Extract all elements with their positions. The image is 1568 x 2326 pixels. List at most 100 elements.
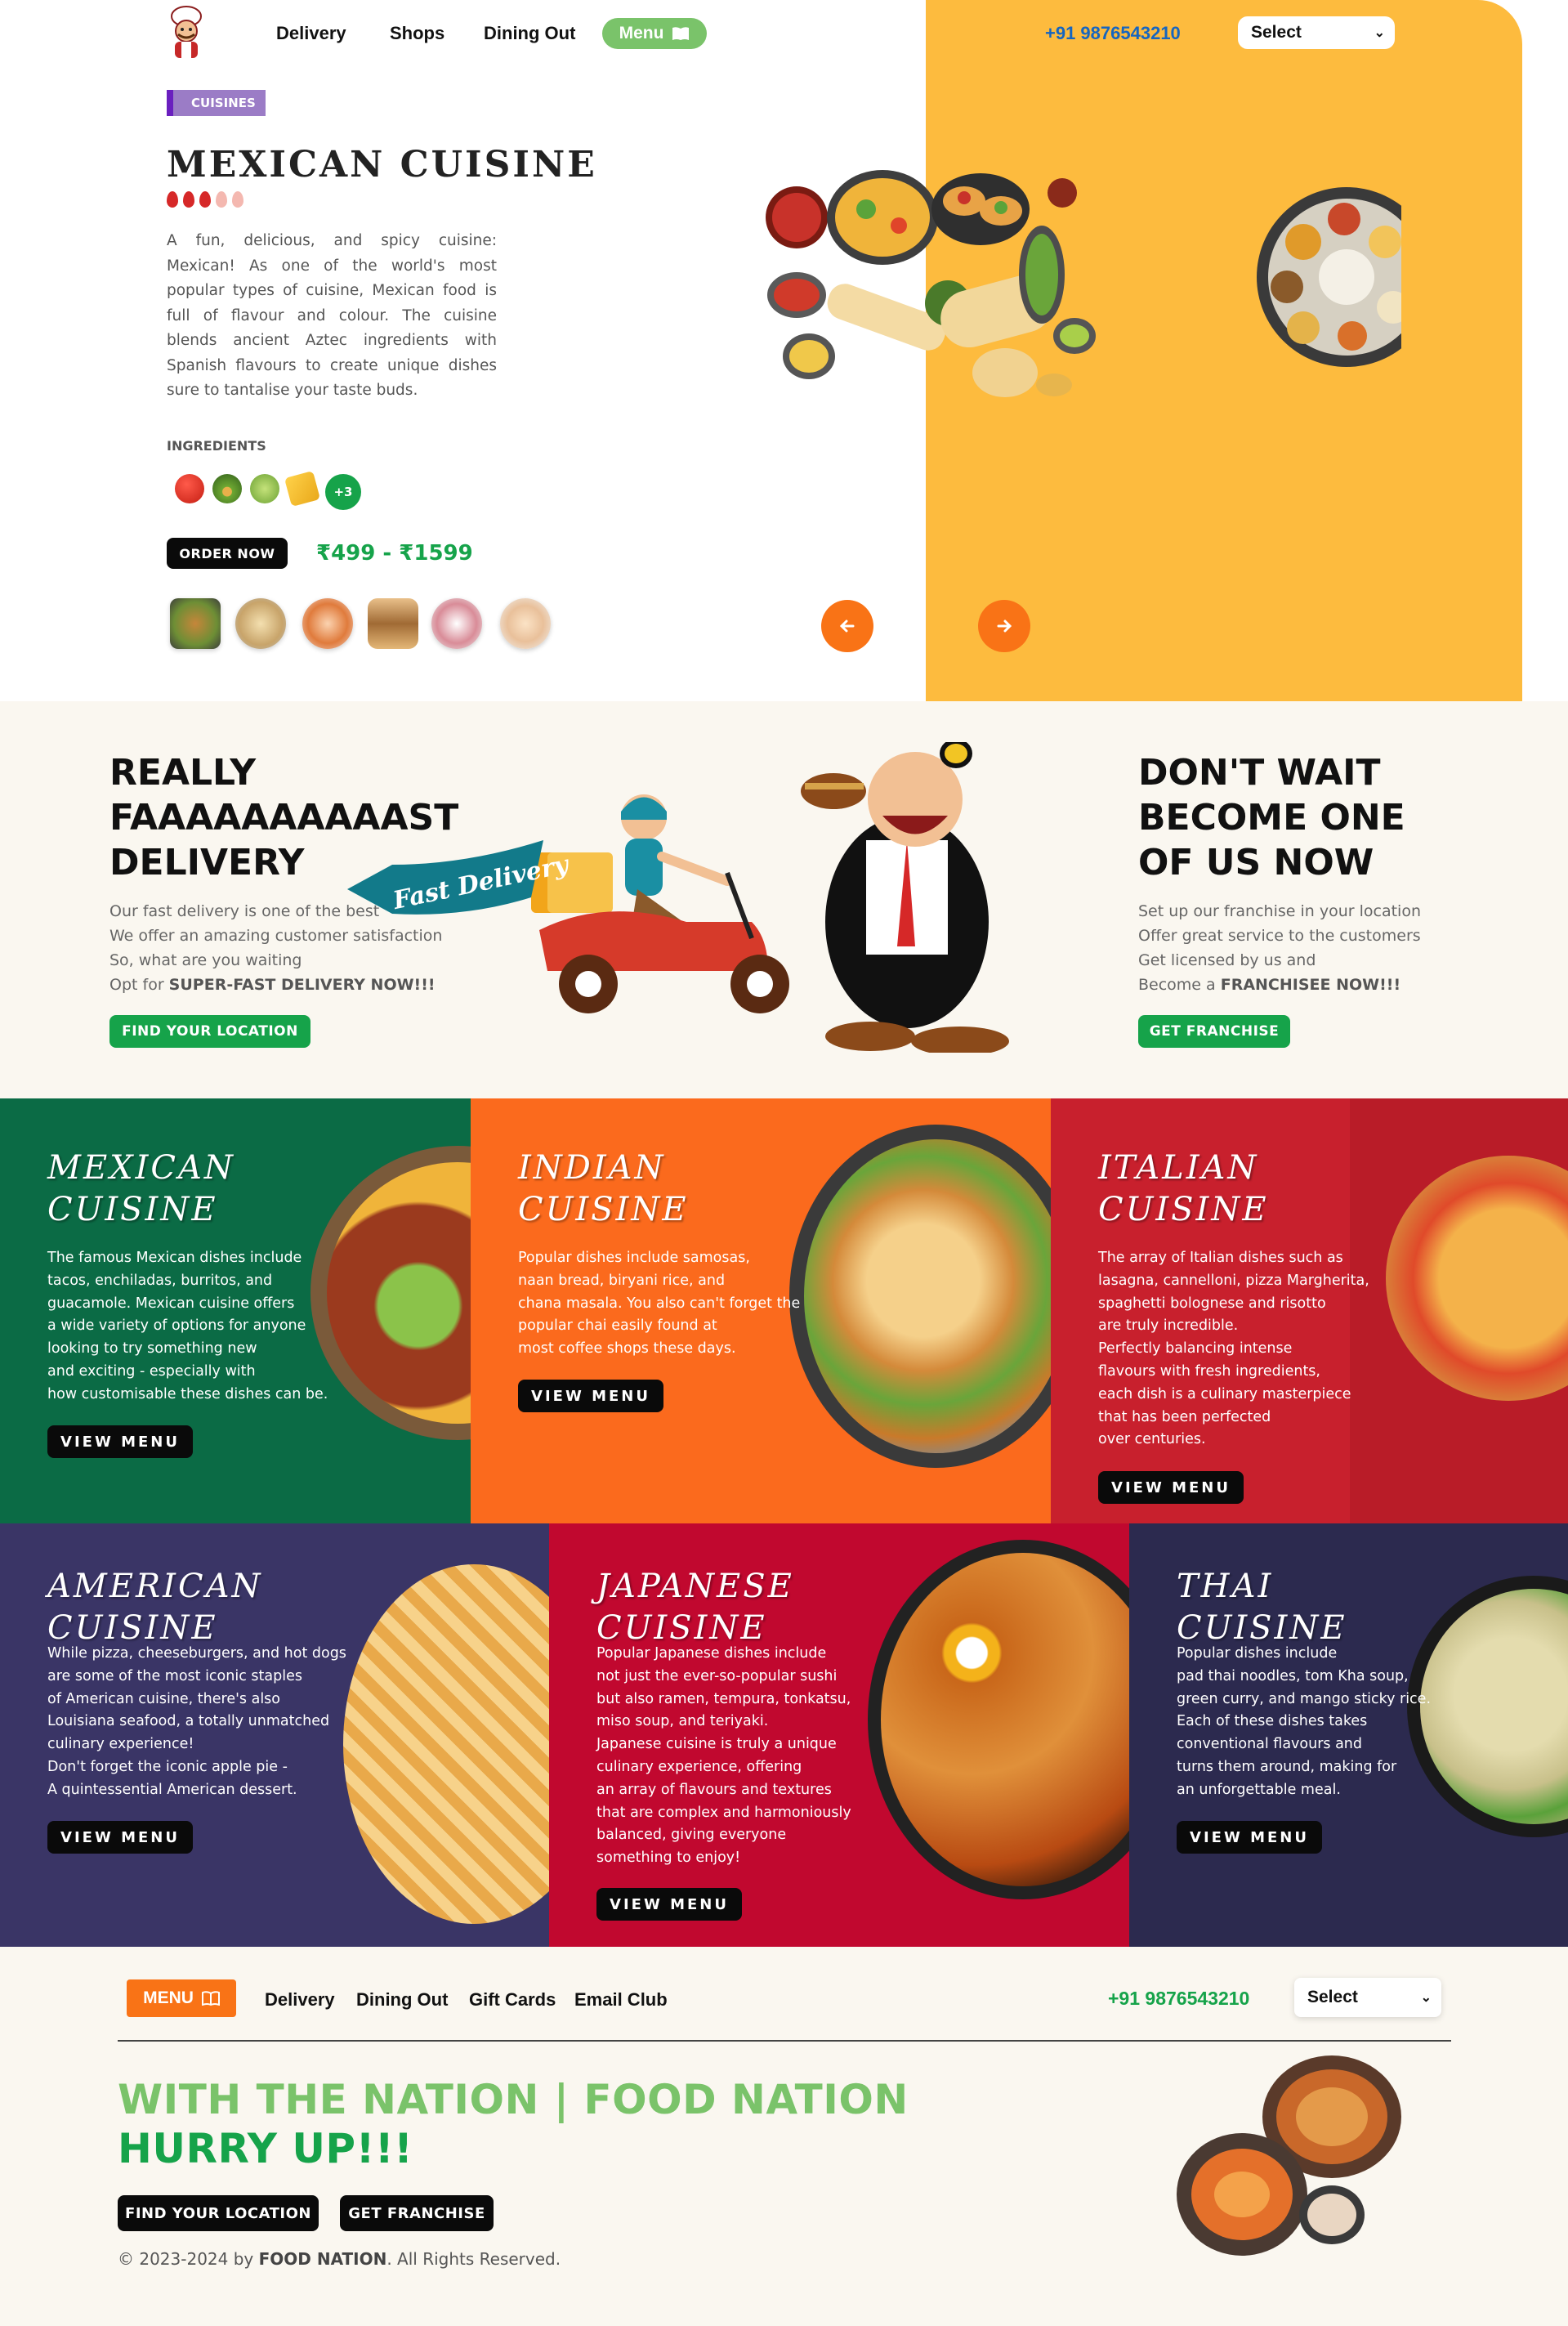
menu-label: Menu — [619, 24, 664, 42]
card-indian: INDIAN CUISINE Popular dishes include sam… — [471, 1098, 1051, 1523]
copyright-suffix: . All Rights Reserved. — [386, 2249, 561, 2269]
card-title-line: CUISINE — [518, 1191, 689, 1228]
card-description: Popular Japanese dishes include not just… — [596, 1645, 851, 1867]
footer-menu-button[interactable]: MENU — [127, 1979, 236, 2017]
avocado-icon — [212, 474, 242, 503]
footer-find-location-button[interactable]: FIND YOUR LOCATION — [118, 2195, 319, 2231]
card-american: AMERICAN CUISINE While pizza, cheeseburge… — [0, 1523, 549, 1947]
nachos-plate — [327, 1162, 471, 1424]
card-title-line: CUISINE — [1098, 1191, 1269, 1228]
tomato-icon — [175, 474, 204, 503]
footer-hurry: HURRY UP!!! — [118, 2125, 413, 2172]
view-menu-button[interactable]: VIEW MENU — [518, 1380, 663, 1412]
hero-section: Delivery Shops Dining Out Menu +91 98765… — [0, 0, 1568, 701]
franchise-text: Set up our franchise in your location Of… — [1138, 899, 1421, 997]
franchise-cta-bold: FRANCHISEE NOW!!! — [1220, 976, 1401, 994]
card-description: Popular dishes include samosas, naan bre… — [518, 1250, 801, 1358]
spice-rating — [167, 191, 243, 208]
delivery-franchise-section: REALLY FAAAAAAAAAAST DELIVERY Our fast d… — [0, 701, 1568, 1098]
franchise-line: Offer great service to the customers — [1138, 927, 1421, 945]
more-ingredients-badge[interactable]: +3 — [325, 474, 361, 510]
view-menu-button[interactable]: VIEW MENU — [47, 1425, 193, 1458]
prev-arrow — [839, 620, 855, 633]
chili-icon — [199, 191, 211, 208]
phone-number[interactable]: +91 9876543210 — [1045, 23, 1181, 44]
card-title-line: ITALIAN — [1098, 1149, 1259, 1187]
menu-button[interactable]: Menu — [602, 18, 707, 49]
delivery-cta-prefix: Opt for — [109, 976, 169, 994]
copyright: © 2023-2024 by FOOD NATION. All Rights R… — [118, 2249, 561, 2269]
footer-nav-gift-cards[interactable]: Gift Cards — [469, 1989, 556, 2011]
card-title: AMERICAN CUISINE — [47, 1566, 262, 1649]
card-italian: ITALIAN CUISINE The array of Italian dish… — [1051, 1098, 1568, 1523]
next-dish-image — [1254, 185, 1401, 369]
biryani-dish-image — [789, 1125, 1051, 1468]
card-thai: THAI CUISINE Popular dishes include pad t… — [1129, 1523, 1568, 1947]
ramen-bowl — [881, 1553, 1129, 1886]
apple-pie-image — [343, 1564, 549, 1924]
copyright-prefix: © 2023-2024 by — [118, 2249, 259, 2269]
hero-description: A fun, delicious, and spicy cuisine: Mex… — [167, 232, 497, 399]
chef-logo[interactable] — [159, 3, 214, 62]
card-japanese: JAPANESE CUISINE Popular Japanese dishes … — [549, 1523, 1129, 1947]
chili-icon — [216, 191, 227, 208]
copyright-brand: FOOD NATION — [258, 2249, 387, 2269]
chili-icon — [167, 191, 178, 208]
franchise-heading: DON'T WAIT BECOME ONE OF US NOW — [1138, 750, 1405, 885]
get-franchise-button[interactable]: GET FRANCHISE — [1138, 1015, 1290, 1048]
card-title-line: CUISINE — [47, 1191, 218, 1228]
thumbnail-thai[interactable] — [500, 598, 551, 649]
footer-nav-dining-out[interactable]: Dining Out — [356, 1989, 448, 2011]
page: Delivery Shops Dining Out Menu +91 98765… — [0, 0, 1568, 2326]
footer-nav-delivery[interactable]: Delivery — [265, 1989, 335, 2011]
footer-get-franchise-button[interactable]: GET FRANCHISE — [340, 2195, 494, 2231]
thumbnail-japanese[interactable] — [431, 598, 482, 649]
arrow-left-icon[interactable] — [821, 600, 873, 652]
footer-nav-email-club[interactable]: Email Club — [574, 1989, 668, 2011]
cheese-icon — [284, 470, 321, 508]
order-now-button[interactable]: ORDER NOW — [167, 538, 288, 569]
nav-delivery[interactable]: Delivery — [276, 23, 346, 44]
chevron-down-icon: ⌄ — [1374, 26, 1385, 40]
card-title-line: INDIAN — [518, 1149, 666, 1187]
nav-shops[interactable]: Shops — [390, 23, 444, 44]
view-menu-button[interactable]: VIEW MENU — [1098, 1471, 1244, 1504]
footer-food-image — [1177, 2055, 1401, 2256]
footer-select-value: Select — [1307, 1988, 1358, 2006]
biryani-plate — [804, 1139, 1051, 1453]
card-title: JAPANESE CUISINE — [596, 1566, 794, 1649]
card-title-line: MEXICAN — [47, 1149, 235, 1187]
card-description: The array of Italian dishes such as lasa… — [1098, 1250, 1369, 1448]
card-description: While pizza, cheeseburgers, and hot dogs… — [47, 1645, 346, 1798]
thai-curry-image — [1407, 1576, 1568, 1837]
franchise-cta-line: Become a FRANCHISEE NOW!!! — [1138, 973, 1421, 997]
footer-slogan: WITH THE NATION | FOOD NATION — [118, 2076, 909, 2123]
card-title-line: JAPANESE — [596, 1568, 794, 1605]
footer-select[interactable]: Select ⌄ — [1294, 1978, 1441, 2017]
mexican-food-image — [766, 170, 1096, 397]
card-mexican: MEXICAN CUISINE The famous Mexican dishes… — [0, 1098, 471, 1523]
ramen-dish-image — [868, 1540, 1129, 1899]
card-title: MEXICAN CUISINE — [47, 1147, 235, 1231]
thumbnail-mexican[interactable] — [170, 598, 221, 649]
location-select[interactable]: Select ⌄ — [1238, 16, 1395, 49]
franchise-heading-line: DON'T WAIT — [1138, 752, 1381, 794]
view-menu-button[interactable]: VIEW MENU — [47, 1821, 193, 1854]
view-menu-button[interactable]: VIEW MENU — [1177, 1821, 1322, 1854]
card-description: The famous Mexican dishes include tacos,… — [47, 1250, 328, 1402]
nav-dining-out[interactable]: Dining Out — [484, 23, 575, 44]
card-title-line: AMERICAN — [47, 1568, 263, 1605]
view-menu-button[interactable]: VIEW MENU — [596, 1888, 742, 1921]
card-title: INDIAN CUISINE — [518, 1147, 689, 1231]
franchise-line: Set up our franchise in your location — [1138, 902, 1421, 920]
lime-icon — [250, 474, 279, 503]
arrow-right-icon[interactable] — [978, 600, 1030, 652]
delivery-scooter-illustration: Fast Delivery — [347, 794, 789, 1013]
mexican-dish-image — [310, 1146, 471, 1440]
find-location-button[interactable]: FIND YOUR LOCATION — [109, 1015, 310, 1048]
thumbnail-indian[interactable] — [235, 598, 286, 649]
footer-phone[interactable]: +91 9876543210 — [1108, 1988, 1249, 2010]
thumbnail-italian[interactable] — [302, 598, 353, 649]
thumbnail-american[interactable] — [368, 598, 418, 649]
card-title-line: THAI — [1177, 1568, 1274, 1605]
